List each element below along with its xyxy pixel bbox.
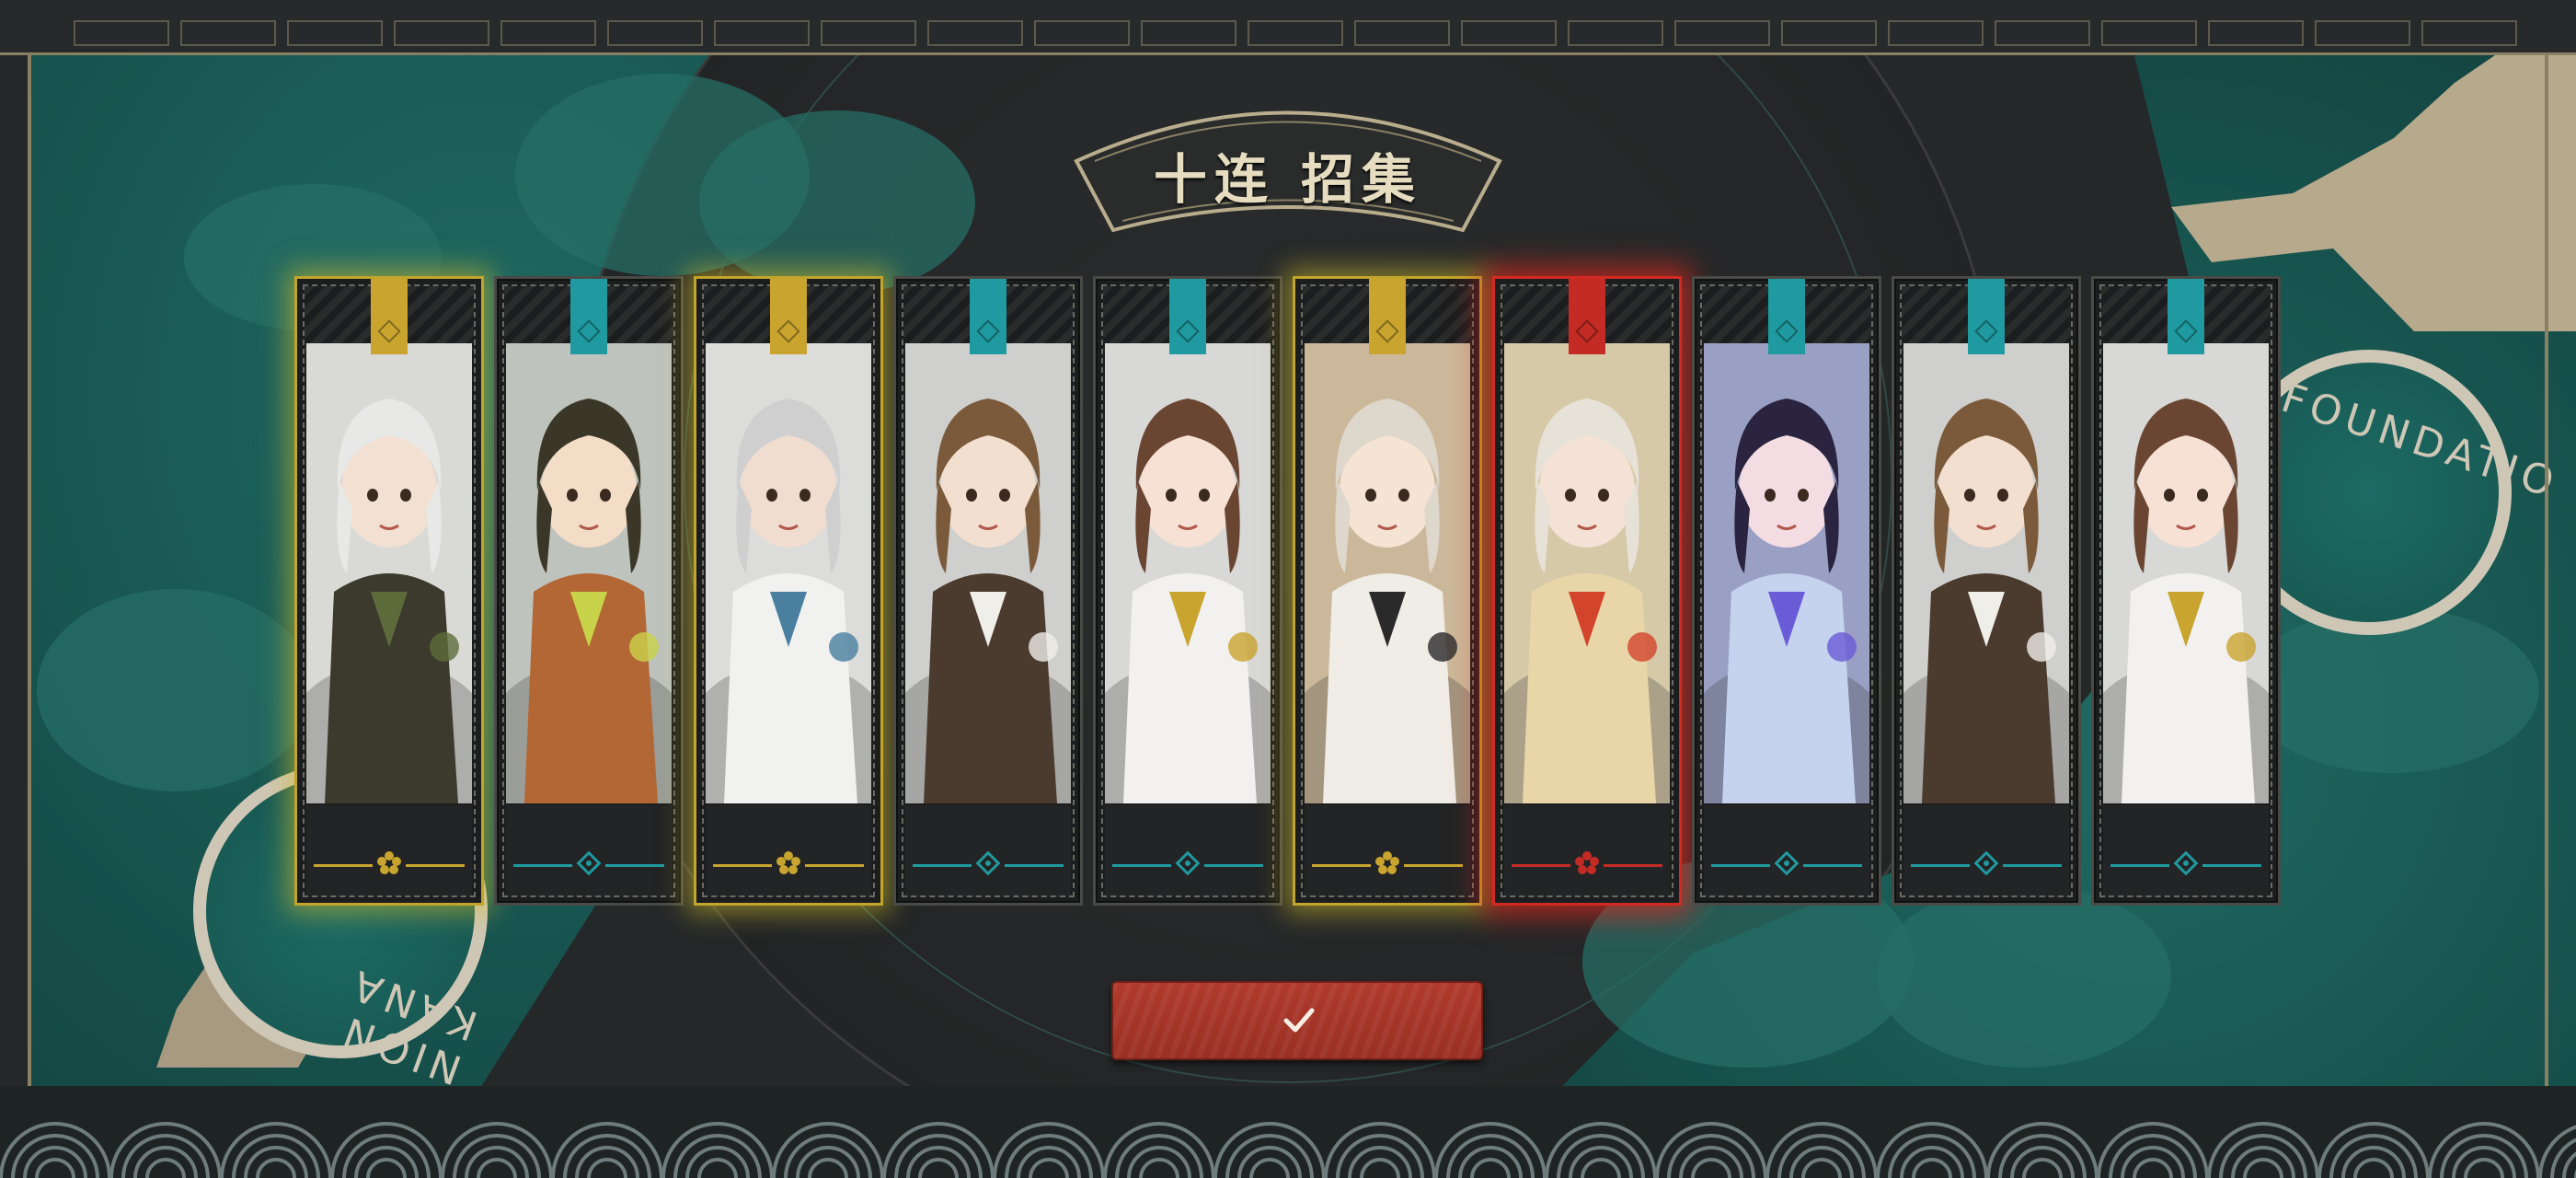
- card-frame: [1301, 284, 1474, 897]
- diamond-icon: [377, 319, 401, 343]
- rarity-tab: [1968, 279, 2005, 354]
- diamond-icon: [776, 319, 800, 343]
- confirm-button[interactable]: [1111, 981, 1483, 1060]
- rarity-tab: [1569, 279, 1605, 354]
- card-frame: [902, 284, 1075, 897]
- card-frame: [1101, 284, 1274, 897]
- card-frame: [1700, 284, 1873, 897]
- recruit-card-4[interactable]: [893, 276, 1083, 906]
- card-frame: [303, 284, 476, 897]
- recruit-card-1[interactable]: [294, 276, 484, 906]
- card-frame: [1900, 284, 2073, 897]
- diamond-icon: [1176, 319, 1200, 343]
- rarity-tab: [970, 279, 1006, 354]
- recruit-card-6[interactable]: [1293, 276, 1482, 906]
- diamond-icon: [1575, 319, 1599, 343]
- diamond-icon: [2174, 319, 2198, 343]
- rarity-tab: [2168, 279, 2204, 354]
- card-frame: [1501, 284, 1673, 897]
- rarity-tab: [770, 279, 807, 354]
- diamond-icon: [1775, 319, 1799, 343]
- recruit-card-10[interactable]: [2091, 276, 2281, 906]
- diamond-icon: [976, 319, 1000, 343]
- gacha-result-screen: FOUNDATIO NION KANA 十连 招集: [0, 0, 2576, 1178]
- recruit-card-2[interactable]: [494, 276, 684, 906]
- recruit-card-3[interactable]: [694, 276, 883, 906]
- recruit-card-7[interactable]: [1492, 276, 1682, 906]
- diamond-icon: [1974, 319, 1998, 343]
- card-frame: [502, 284, 675, 897]
- rarity-tab: [1169, 279, 1206, 354]
- recruit-card-8[interactable]: [1692, 276, 1881, 906]
- rarity-tab: [1768, 279, 1805, 354]
- diamond-icon: [577, 319, 601, 343]
- rarity-tab: [1369, 279, 1406, 354]
- diamond-icon: [1375, 319, 1399, 343]
- checkmark-icon: [1283, 1008, 1315, 1033]
- recruit-card-9[interactable]: [1892, 276, 2081, 906]
- card-frame: [2099, 284, 2272, 897]
- rarity-tab: [371, 279, 408, 354]
- recruit-card-5[interactable]: [1093, 276, 1282, 906]
- card-frame: [702, 284, 875, 897]
- rarity-tab: [570, 279, 607, 354]
